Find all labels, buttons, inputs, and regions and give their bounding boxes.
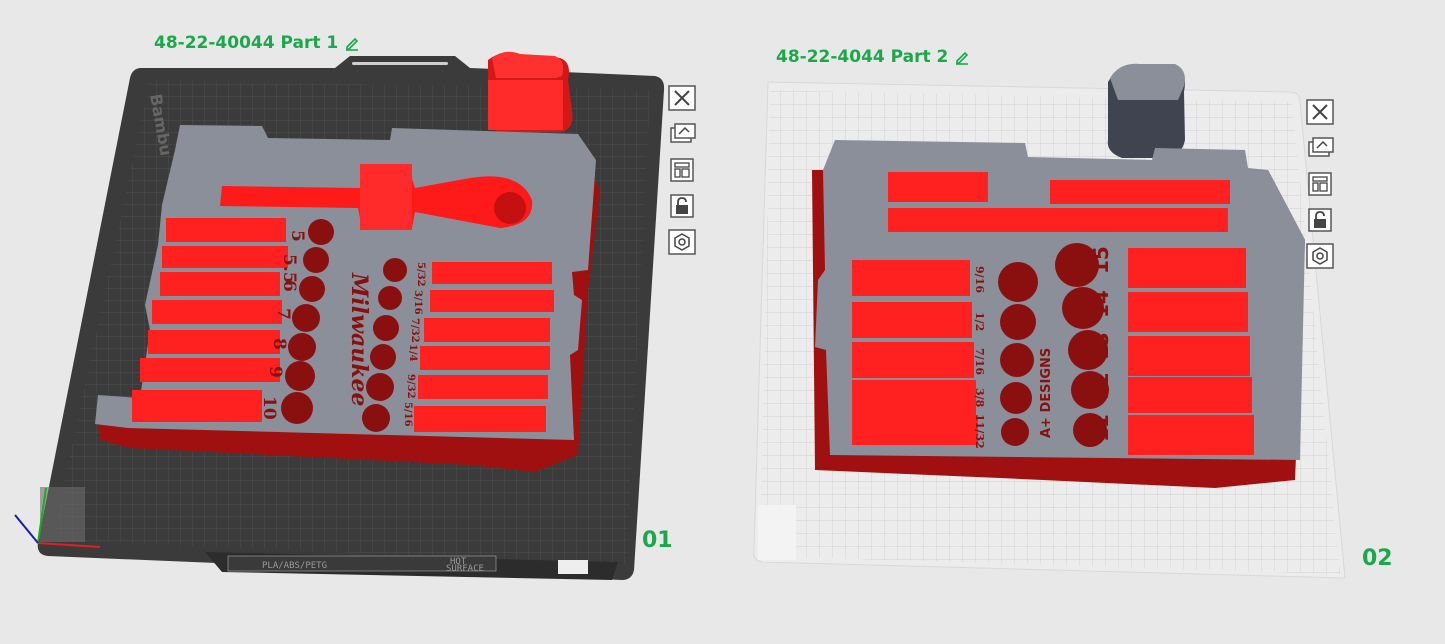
close-icon [1306, 99, 1334, 125]
label-9-16: 9/16 [973, 266, 986, 293]
part-1-tray[interactable]: 5 5.5 6 7 8 9 10 5/32 3/16 7/32 1/4 9/32… [95, 125, 600, 472]
label-7-16: 7/16 [973, 348, 986, 375]
delete-plate-button[interactable] [667, 84, 697, 112]
part-2-left-bit-slots [852, 260, 978, 445]
label-10: 10 [259, 396, 279, 420]
lock-icon [670, 194, 694, 218]
label-1-2: 1/2 [973, 312, 986, 331]
label-6: 6 [279, 280, 299, 292]
close-icon [668, 85, 696, 111]
plate-settings-button[interactable] [1305, 242, 1335, 270]
label-13: 13 [1089, 332, 1113, 360]
arrange-button[interactable] [667, 156, 697, 184]
arrange-button[interactable] [1305, 170, 1335, 198]
part-2-knob[interactable] [1107, 63, 1185, 158]
origin-corner-2 [758, 505, 796, 560]
lock-icon [1308, 208, 1332, 232]
origin-corner [40, 487, 85, 542]
bed-material-label: PLA/ABS/PETG [262, 561, 327, 571]
auto-orient-icon [1308, 137, 1334, 157]
label-11-32: 11/32 [973, 414, 986, 449]
viewport-3d[interactable]: Bambu PLA/ABS/PETG HOT SURFACE 5 5.5 6 7… [0, 0, 1445, 644]
brand-a-plus-designs: A+ DESIGNS [1039, 348, 1054, 438]
delete-plate-button[interactable] [1305, 98, 1335, 126]
auto-orient-icon [670, 123, 696, 143]
hot-label-2: SURFACE [446, 564, 484, 574]
label-5-32: 5/32 [415, 262, 426, 287]
part-2-tray[interactable]: 9/16 1/2 7/16 3/8 11/32 15 14 13 12 11 A… [812, 140, 1305, 488]
label-11: 11 [1089, 414, 1113, 442]
arrange-icon [1308, 172, 1332, 196]
bed-white-tag [558, 560, 588, 574]
label-12: 12 [1089, 372, 1113, 400]
brand-milwaukee: Milwaukee [346, 272, 372, 407]
label-3-16: 3/16 [412, 290, 423, 315]
part-2-right-bit-slots [1128, 248, 1254, 455]
label-3-8: 3/8 [973, 388, 986, 408]
arrange-icon [670, 158, 694, 182]
label-14: 14 [1089, 290, 1113, 318]
label-1-4: 1/4 [407, 344, 418, 362]
plate-1-number: 01 [642, 528, 673, 553]
auto-orient-button[interactable] [1305, 134, 1335, 162]
part-2-top-slots [888, 172, 1230, 232]
settings-icon [1306, 243, 1334, 269]
label-8: 8 [269, 338, 289, 350]
lock-plate-button[interactable] [667, 192, 697, 220]
label-7: 7 [273, 308, 293, 320]
plate-1-toolbar [667, 84, 697, 256]
plate-handle [352, 62, 448, 65]
label-5: 5 [287, 230, 307, 242]
settings-icon [668, 229, 696, 255]
plate-settings-button[interactable] [667, 228, 697, 256]
label-5-16: 5/16 [402, 402, 413, 427]
part-1-knob[interactable] [487, 51, 573, 133]
plate-2-toolbar [1305, 98, 1335, 270]
label-9-32: 9/32 [405, 374, 416, 399]
lock-plate-button[interactable] [1305, 206, 1335, 234]
auto-orient-button[interactable] [667, 120, 697, 148]
plate-2-number: 02 [1362, 546, 1393, 571]
label-9: 9 [265, 366, 285, 378]
label-15: 15 [1089, 246, 1113, 274]
label-7-32: 7/32 [409, 318, 420, 343]
